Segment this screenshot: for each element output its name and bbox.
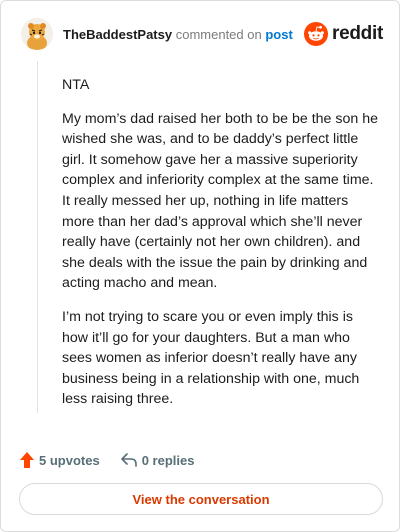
comment-footer: 5 upvotes 0 replies [19,449,194,471]
upvote-arrow-icon [20,452,34,468]
thread-line [37,61,38,413]
reddit-brand-link[interactable]: reddit [304,22,383,46]
reddit-logo-icon [304,22,329,46]
reply-count: 0 replies [141,452,195,468]
comment-paragraph: I’m not trying to scare you or even impl… [62,308,360,408]
username-link[interactable]: TheBaddestPatsy [63,27,172,42]
upvote-button[interactable]: 5 upvotes [19,451,100,469]
reddit-wordmark: reddit [332,23,383,44]
reply-button[interactable]: 0 replies [120,452,195,468]
comment-paragraph: NTA [62,77,90,93]
comment-paragraph: My mom’s dad raised her both to be be th… [62,110,378,292]
upvote-count: 5 upvotes [39,452,100,468]
action-text: commented on [175,26,262,42]
comment-meta: TheBaddestPatsy commented on post [63,27,293,42]
post-link[interactable]: post [265,27,292,42]
view-conversation-button[interactable]: View the conversation [19,483,383,515]
reply-arrow-icon [120,453,137,467]
embedded-comment-card: TheBaddestPatsy commented on post reddit… [0,0,400,532]
comment-body: NTA My mom’s dad raised her both to be b… [62,75,378,423]
avatar-tiger-icon [21,18,53,50]
user-avatar[interactable] [21,18,53,50]
comment-header: TheBaddestPatsy commented on post reddit [21,17,383,51]
